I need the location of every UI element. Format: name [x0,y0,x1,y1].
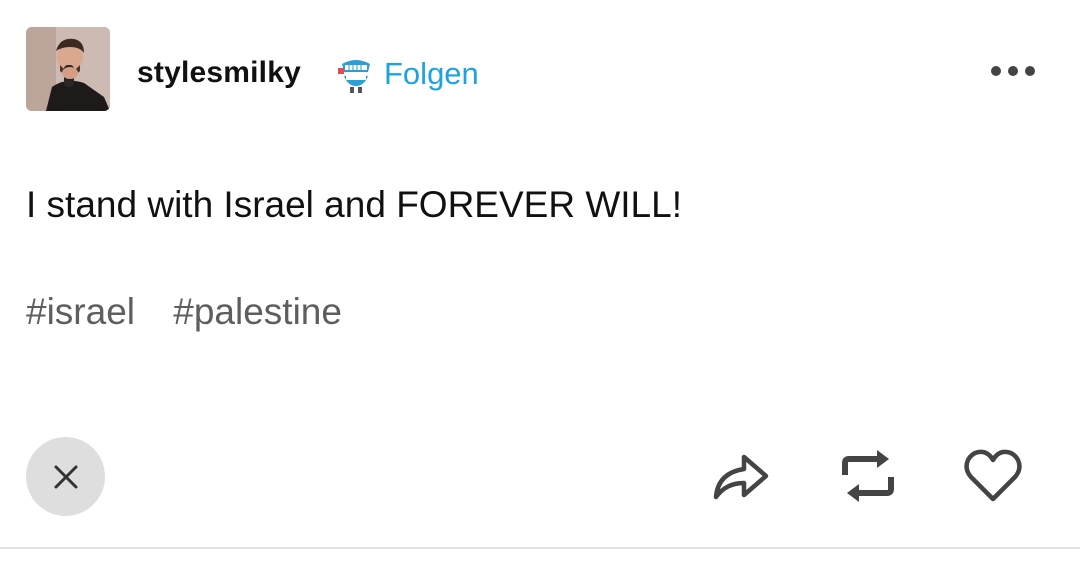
close-button[interactable] [26,437,105,516]
more-options-icon[interactable] [985,56,1041,86]
tag-list: #israel #palestine [26,291,370,333]
reblog-icon[interactable] [837,445,899,507]
share-arrow-icon[interactable] [710,445,772,507]
avatar[interactable] [26,27,110,111]
tag-israel[interactable]: #israel [26,291,135,332]
username-link[interactable]: stylesmilky [137,56,301,90]
heart-icon[interactable] [962,445,1024,507]
chattering-teeth-badge-icon [338,60,370,93]
more-dot [1025,66,1035,76]
tag-palestine[interactable]: #palestine [173,291,342,332]
follow-button[interactable]: Folgen [384,56,479,92]
divider [0,547,1080,549]
more-dot [991,66,1001,76]
close-icon [54,465,77,488]
avatar-photo [26,27,110,111]
post-text: I stand with Israel and FOREVER WILL! [26,184,682,225]
more-dot [1008,66,1018,76]
post-card: stylesmilky Folgen I stand with Israel a… [0,0,1080,565]
